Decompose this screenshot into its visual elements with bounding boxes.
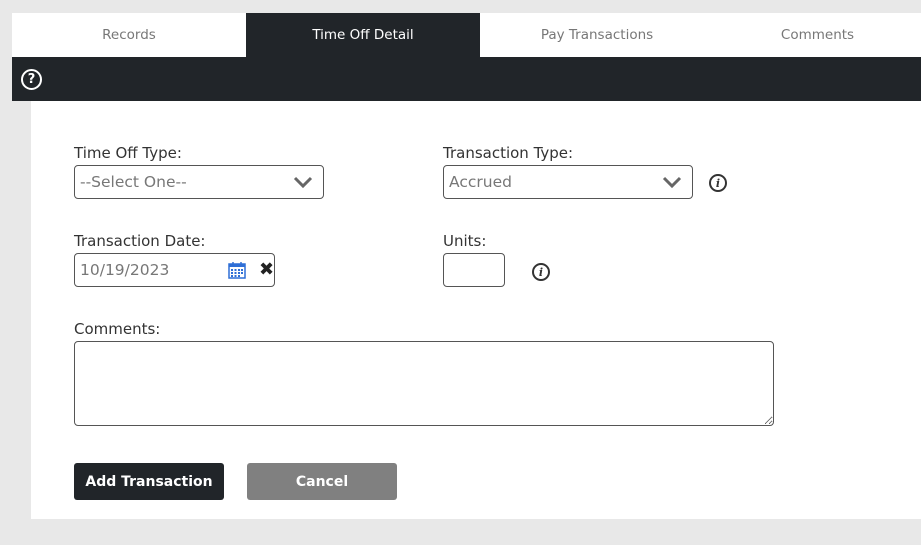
add-transaction-button[interactable]: Add Transaction [74, 463, 224, 500]
cancel-button[interactable]: Cancel [247, 463, 397, 500]
chevron-down-icon [662, 176, 682, 189]
help-circle-icon[interactable]: ? [21, 68, 42, 90]
tab-time-off-detail[interactable]: Time Off Detail [246, 13, 480, 57]
calendar-icon[interactable] [228, 262, 246, 279]
time-off-type-label: Time Off Type: [74, 144, 182, 162]
comments-textarea[interactable] [74, 341, 774, 426]
toolbar: ? [12, 57, 921, 101]
tab-records[interactable]: Records [12, 13, 246, 57]
comments-label: Comments: [74, 320, 161, 338]
clear-date-icon[interactable]: ✖ [259, 258, 274, 282]
transaction-date-label: Transaction Date: [74, 232, 206, 250]
units-label: Units: [443, 232, 487, 250]
units-input[interactable] [443, 253, 505, 287]
tab-pay-transactions[interactable]: Pay Transactions [480, 13, 714, 57]
chevron-down-icon [293, 176, 313, 189]
tab-comments[interactable]: Comments [714, 13, 921, 57]
transaction-date-input[interactable] [75, 254, 220, 286]
transaction-type-select[interactable]: Accrued [443, 165, 693, 199]
tab-bar: Records Time Off Detail Pay Transactions… [12, 13, 921, 57]
time-off-type-select[interactable]: --Select One-- [74, 165, 324, 199]
transaction-type-label: Transaction Type: [443, 144, 574, 162]
transaction-type-info-icon[interactable]: i [709, 174, 727, 192]
form-panel: Time Off Type: --Select One-- Transactio… [31, 101, 921, 519]
transaction-date-field: ✖ [74, 253, 275, 287]
transaction-type-value: Accrued [449, 173, 512, 191]
units-info-icon[interactable]: i [532, 263, 550, 281]
time-off-type-value: --Select One-- [80, 173, 187, 191]
